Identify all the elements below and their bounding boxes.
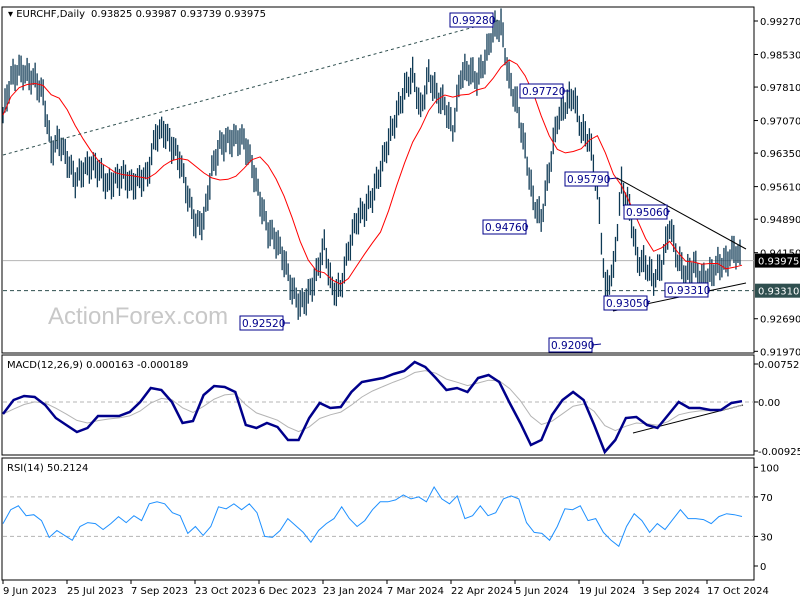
chart-root: ActionForex.com ▾ EURCHF,Daily 0.93825 0.…	[1, 6, 800, 597]
price-tick-label: 0.97070	[760, 117, 800, 128]
date-tick-label: 3 Sep 2024	[643, 586, 700, 597]
price-annotations: 0.99280 0.97720 0.94760 0.95790 0.95060 0.930…	[239, 12, 710, 353]
rsi-title: RSI(14) 50.2124	[7, 463, 88, 474]
chart-header: ▾ EURCHF,Daily 0.93825 0.93987 0.93739 0.…	[8, 9, 266, 20]
annotation-label: 0.92520	[242, 318, 285, 330]
date-tick-label: 22 Apr 2024	[451, 586, 513, 597]
price-tick-label: 0.98530	[760, 50, 800, 61]
annotation-label: 0.93050	[606, 298, 649, 310]
macd-main-line	[2, 360, 743, 455]
support-label: 0.93310	[758, 287, 799, 298]
macd-plot	[2, 360, 754, 455]
annotation-label: 0.93310	[667, 285, 710, 297]
date-tick-label: 23 Jan 2024	[323, 586, 383, 597]
rsi-line	[2, 486, 743, 548]
macd-axis: 0.007526 0.00 -0.009252	[754, 360, 800, 458]
date-tick-label: 17 Oct 2024	[707, 586, 769, 597]
date-tick-label: 9 Jun 2023	[3, 586, 57, 597]
moving-average	[2, 59, 743, 285]
rsi-panel-frame	[1, 457, 755, 581]
date-tick-label: 6 Dec 2023	[259, 586, 317, 597]
price-tick-label: 0.94890	[760, 215, 800, 226]
macd-tick-label: 0.007526	[758, 360, 800, 371]
annotation-label: 0.94760	[485, 222, 528, 234]
collapse-triangle-icon[interactable]: ▾	[8, 9, 16, 20]
long-trendline	[2, 19, 501, 156]
rsi-tick-label: 30	[760, 532, 773, 543]
macd-title: MACD(12,26,9) 0.000163 -0.000189	[7, 360, 188, 371]
rsi-plot	[2, 486, 754, 548]
date-tick-label: 5 Jun 2024	[515, 586, 569, 597]
trendlines	[2, 19, 747, 434]
rsi-tick-label: 0	[760, 562, 766, 573]
price-bars	[2, 8, 741, 320]
annotation-label: 0.95790	[567, 174, 610, 186]
price-tick-label: 0.92690	[760, 315, 800, 326]
price-tick-label: 0.96350	[760, 149, 800, 160]
price-tick-label: 0.95610	[760, 183, 800, 194]
price-axis: 0.99270 0.98530 0.97810 0.97070 0.96350 0.956…	[754, 17, 800, 358]
symbol-label: EURCHF,Daily	[16, 9, 85, 20]
price-tick-label: 0.97810	[760, 83, 800, 94]
ohlc-readout: 0.93825 0.93987 0.93739 0.93975	[91, 9, 266, 20]
rsi-tick-label: 100	[760, 463, 779, 474]
annotation-label: 0.99280	[452, 15, 495, 27]
date-axis: 9 Jun 2023 25 Jul 2023 7 Sep 2023 23 Oct 20…	[2, 580, 769, 597]
price-tick-label: 0.91970	[760, 347, 800, 358]
ma-line	[2, 59, 743, 285]
watermark-logo: ActionForex.com	[48, 303, 228, 330]
current-price-label: 0.93975	[758, 257, 799, 268]
date-tick-label: 7 Mar 2024	[387, 586, 444, 597]
price-tick-label: 0.99270	[760, 17, 800, 28]
rsi-tick-label: 70	[760, 493, 773, 504]
date-tick-label: 25 Jul 2023	[67, 586, 124, 597]
macd-tick-label: -0.009252	[758, 447, 800, 458]
rsi-axis: 100 70 30 0	[754, 463, 779, 573]
date-tick-label: 19 Jul 2024	[579, 586, 636, 597]
date-tick-label: 7 Sep 2023	[131, 586, 188, 597]
macd-tick-label: 0.00	[758, 398, 780, 409]
annotation-label: 0.97720	[522, 86, 565, 98]
annotation-label: 0.92090	[551, 340, 594, 352]
date-tick-label: 23 Oct 2023	[195, 586, 257, 597]
annotation-label: 0.95060	[626, 207, 669, 219]
